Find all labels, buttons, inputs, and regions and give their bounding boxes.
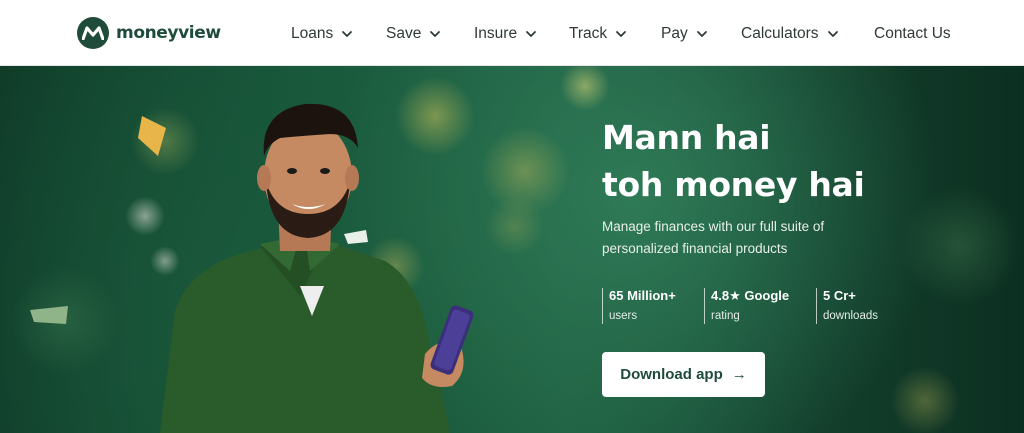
hero-banner: Mann hai toh money hai Manage finances w… xyxy=(0,66,1024,433)
nav-item-label: Track xyxy=(569,25,608,42)
hero-headline-line-1: Mann hai xyxy=(602,118,771,157)
stat-users: 65 Million+ users xyxy=(602,288,676,324)
bokeh-light xyxy=(560,66,610,111)
nav-item-label: Contact Us xyxy=(874,25,951,42)
nav-item-label: Calculators xyxy=(741,25,819,42)
nav-item-label: Insure xyxy=(474,25,518,42)
arrow-right-icon: → xyxy=(731,366,747,383)
nav-item-calculators[interactable]: Calculators xyxy=(741,24,839,44)
bokeh-light xyxy=(900,186,1020,306)
stat-label: rating xyxy=(711,310,740,322)
nav-item-insure[interactable]: Insure xyxy=(474,24,537,44)
moneyview-logo[interactable]: moneyview xyxy=(77,17,221,49)
confetti-piece xyxy=(30,306,68,324)
stat-label: downloads xyxy=(823,310,878,322)
hero-subtext: Manage finances with our full suite of p… xyxy=(602,216,862,260)
nav-item-contact-us[interactable]: Contact Us xyxy=(874,24,951,44)
nav-item-save[interactable]: Save xyxy=(386,24,441,44)
hero-subtext-line-2: personalized financial products xyxy=(602,241,788,256)
hero-subtext-line-1: Manage finances with our full suite of xyxy=(602,219,825,234)
download-app-label: Download app xyxy=(620,366,723,383)
chevron-down-icon xyxy=(430,31,441,37)
nav-item-label: Pay xyxy=(661,25,688,42)
hero-headline-line-2: toh money hai xyxy=(602,165,865,204)
nav-item-track[interactable]: Track xyxy=(569,24,627,44)
hero-headline: Mann hai toh money hai xyxy=(602,114,865,208)
stat-rating: 4.8★ Google rating xyxy=(704,288,789,324)
chevron-down-icon xyxy=(526,31,536,37)
download-app-button[interactable]: Download app → xyxy=(602,352,765,397)
nav-item-loans[interactable]: Loans xyxy=(291,24,353,44)
chevron-down-icon xyxy=(616,31,627,37)
bokeh-light xyxy=(890,366,960,433)
stat-value: 4.8★ Google xyxy=(711,288,790,303)
nav-item-pay[interactable]: Pay xyxy=(661,24,708,44)
chevron-down-icon xyxy=(342,31,353,37)
bokeh-light xyxy=(10,266,120,376)
stat-value: 5 Cr+ xyxy=(823,288,856,303)
chevron-down-icon xyxy=(696,31,707,37)
moneyview-logo-icon xyxy=(77,17,109,49)
stat-label: users xyxy=(609,310,638,322)
nav-item-label: Loans xyxy=(291,25,334,42)
nav-item-label: Save xyxy=(386,25,422,42)
brand-name: moneyview xyxy=(116,23,221,43)
chevron-down-icon xyxy=(827,31,838,37)
site-header: moneyview Loans Save Insure Track Pay Ca… xyxy=(0,0,1024,66)
person-with-phone-illustration xyxy=(160,103,474,433)
stat-value: 65 Million+ xyxy=(609,288,676,303)
stat-downloads: 5 Cr+ downloads xyxy=(816,288,878,324)
